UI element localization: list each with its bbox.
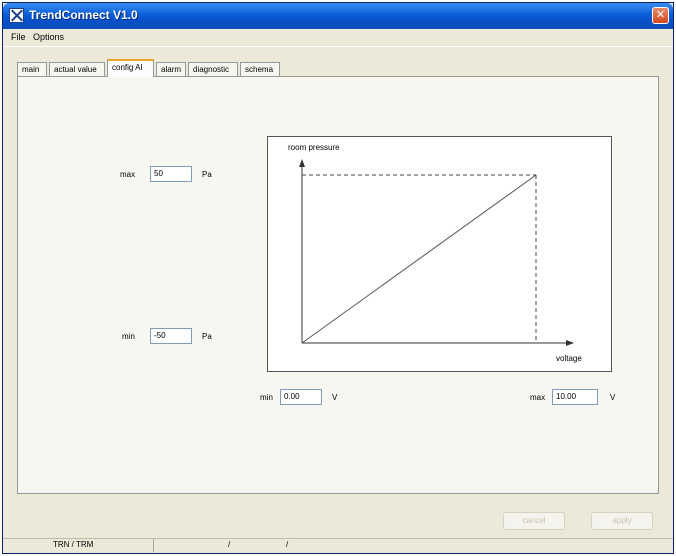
tab-config-ai[interactable]: config AI [107, 59, 154, 77]
max-voltage-unit: V [610, 393, 616, 402]
min-pressure-label: min [122, 332, 135, 341]
min-voltage-input[interactable]: 0.00 [280, 389, 322, 405]
menu-file[interactable]: File [11, 32, 26, 42]
x-axis-label: voltage [556, 354, 582, 363]
cancel-button[interactable]: cancel [503, 512, 565, 530]
menu-options[interactable]: Options [33, 32, 64, 42]
scaling-line [301, 174, 537, 344]
status-separator-2: / [286, 540, 289, 549]
min-pressure-unit: Pa [202, 332, 212, 341]
app-logo-icon [9, 8, 24, 23]
tab-schema[interactable]: schema [240, 62, 280, 76]
title-bar[interactable]: TrendConnect V1.0 ✕ [3, 3, 673, 29]
max-voltage-input[interactable]: 10.00 [552, 389, 598, 405]
close-button[interactable]: ✕ [652, 7, 669, 24]
apply-button[interactable]: apply [591, 512, 653, 530]
y-axis-label: room pressure [288, 143, 340, 152]
tab-actual-value[interactable]: actual value [49, 62, 105, 76]
tab-main[interactable]: main [17, 62, 47, 76]
min-voltage-unit: V [332, 393, 338, 402]
max-voltage-label: max [530, 393, 546, 402]
y-axis-arrow [299, 159, 305, 167]
scaling-graph: room pressure voltage [267, 136, 612, 372]
app-window: TrendConnect V1.0 ✕ File Options main ac… [2, 2, 674, 554]
tab-diagnostic[interactable]: diagnostic [188, 62, 238, 76]
tab-alarm[interactable]: alarm [156, 62, 186, 76]
status-divider [153, 539, 154, 552]
window-title: TrendConnect V1.0 [29, 8, 138, 22]
scaling-graph-svg: room pressure voltage [288, 143, 582, 363]
status-text: TRN / TRM [53, 540, 94, 549]
min-pressure-input[interactable]: -50 [150, 328, 192, 344]
status-bar: TRN / TRM / / [3, 538, 673, 553]
min-voltage-label: min [260, 393, 273, 402]
status-separator-1: / [228, 540, 231, 549]
max-pressure-label: max [120, 170, 136, 179]
menu-bar: File Options [3, 29, 673, 47]
x-axis-arrow [566, 340, 574, 346]
max-pressure-unit: Pa [202, 170, 212, 179]
max-pressure-input[interactable]: 50 [150, 166, 192, 182]
